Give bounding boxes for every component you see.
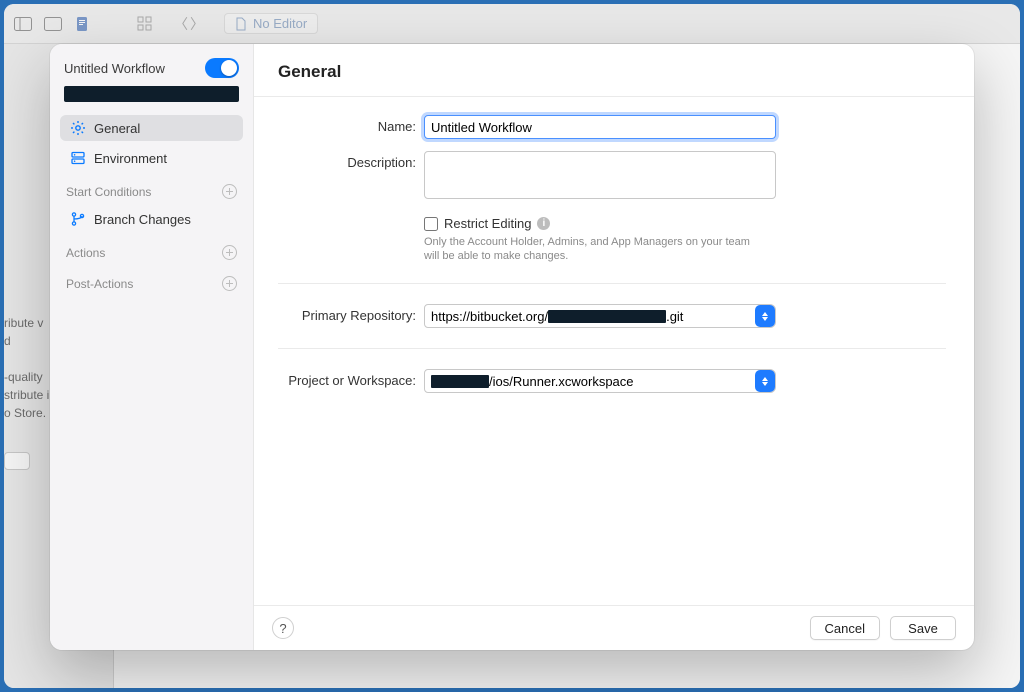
restrict-editing-help: Only the Account Holder, Admins, and App… bbox=[424, 235, 764, 263]
chevron-updown-icon bbox=[755, 305, 775, 327]
sidebar-item-label: Environment bbox=[94, 151, 167, 166]
primary-repo-value: https://bitbucket.org/.git bbox=[424, 304, 776, 328]
info-icon[interactable]: i bbox=[537, 217, 550, 230]
project-workspace-value: /ios/Runner.xcworkspace bbox=[424, 369, 776, 393]
chevron-updown-icon bbox=[755, 370, 775, 392]
label-name: Name: bbox=[254, 115, 424, 134]
sidebar-item-branch-changes[interactable]: Branch Changes bbox=[60, 206, 243, 232]
main-header: General bbox=[254, 44, 974, 97]
redacted-app-name bbox=[64, 86, 239, 102]
description-input[interactable] bbox=[424, 151, 776, 199]
sheet-sidebar: Untitled Workflow General Environment St… bbox=[50, 44, 254, 650]
restrict-editing-row[interactable]: Restrict Editing i bbox=[424, 216, 776, 231]
section-actions: Actions bbox=[58, 235, 245, 264]
sheet-main: General Name: Description: bbox=[254, 44, 974, 650]
project-workspace-select[interactable]: /ios/Runner.xcworkspace bbox=[424, 369, 776, 393]
section-start-conditions: Start Conditions bbox=[58, 174, 245, 203]
sidebar-item-general[interactable]: General bbox=[60, 115, 243, 141]
label-project-ws: Project or Workspace: bbox=[254, 369, 424, 388]
restrict-editing-checkbox[interactable] bbox=[424, 217, 438, 231]
workflow-title: Untitled Workflow bbox=[64, 61, 165, 76]
sidebar-item-label: General bbox=[94, 121, 140, 136]
name-input[interactable] bbox=[424, 115, 776, 139]
section-post-actions: Post-Actions bbox=[58, 266, 245, 295]
restrict-editing-label: Restrict Editing bbox=[444, 216, 531, 231]
branch-icon bbox=[70, 211, 86, 227]
main-body: Name: Description: Restrict Editing i bbox=[254, 97, 974, 605]
label-description: Description: bbox=[254, 151, 424, 170]
redacted-project-prefix bbox=[431, 375, 489, 388]
save-button[interactable]: Save bbox=[890, 616, 956, 640]
server-icon bbox=[70, 150, 86, 166]
label-primary-repo: Primary Repository: bbox=[254, 304, 424, 323]
sheet-footer: ? Cancel Save bbox=[254, 605, 974, 650]
divider bbox=[278, 348, 946, 349]
sidebar-item-environment[interactable]: Environment bbox=[60, 145, 243, 171]
sidebar-item-label: Branch Changes bbox=[94, 212, 191, 227]
workflow-editor-sheet: Untitled Workflow General Environment St… bbox=[50, 44, 974, 650]
add-start-condition-button[interactable] bbox=[222, 184, 237, 199]
page-title: General bbox=[278, 62, 950, 82]
primary-repo-select[interactable]: https://bitbucket.org/.git bbox=[424, 304, 776, 328]
gear-icon bbox=[70, 120, 86, 136]
add-action-button[interactable] bbox=[222, 245, 237, 260]
cancel-button[interactable]: Cancel bbox=[810, 616, 880, 640]
add-post-action-button[interactable] bbox=[222, 276, 237, 291]
redacted-repo-path bbox=[548, 310, 666, 323]
divider bbox=[278, 283, 946, 284]
workflow-enabled-toggle[interactable] bbox=[205, 58, 239, 78]
help-button[interactable]: ? bbox=[272, 617, 294, 639]
